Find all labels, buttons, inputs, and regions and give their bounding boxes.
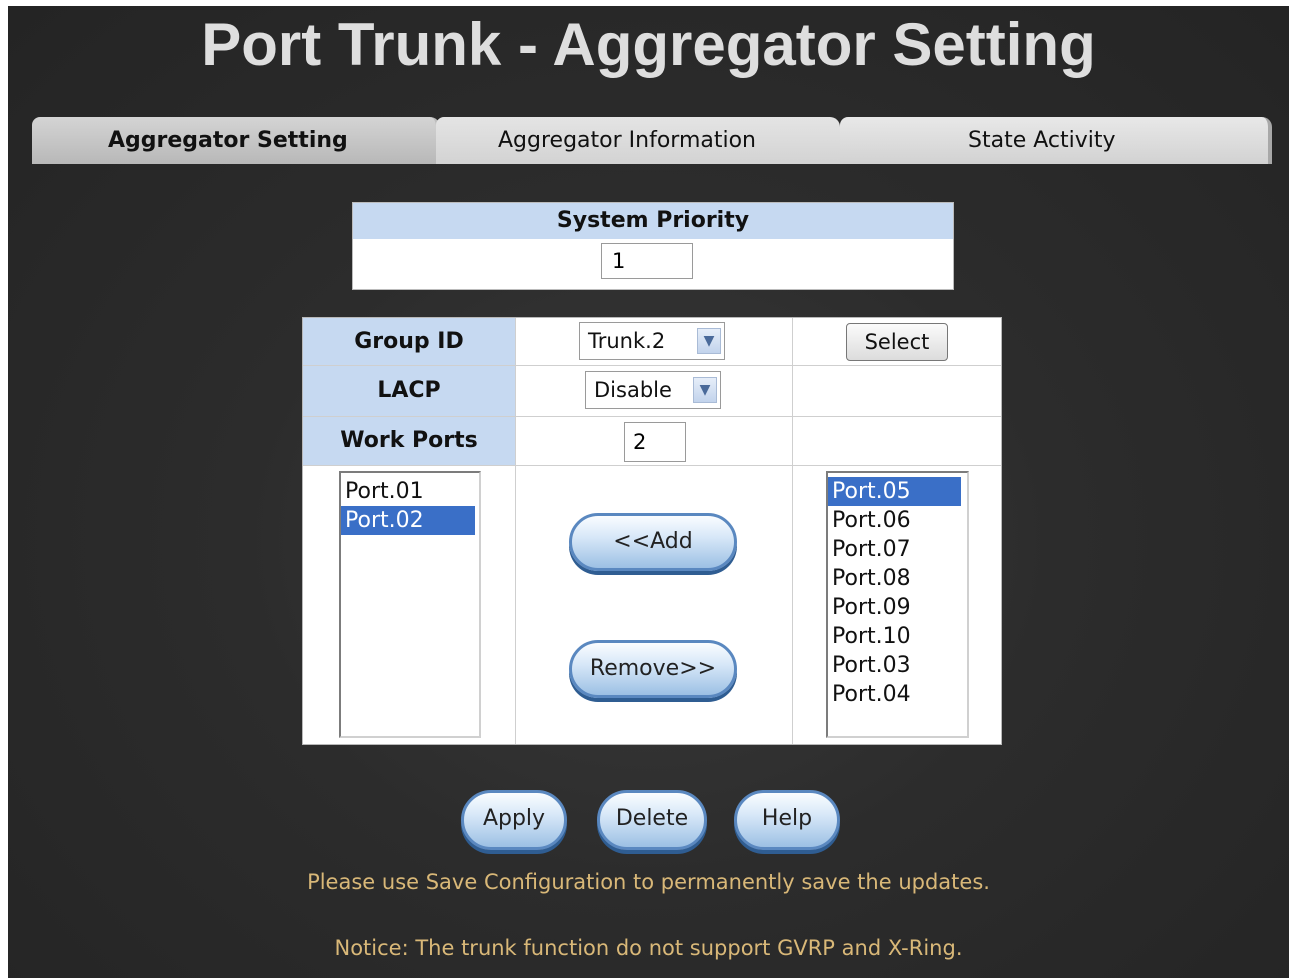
- system-priority-box: System Priority: [352, 202, 954, 290]
- remove-button[interactable]: Remove>>: [569, 640, 737, 698]
- column-divider: [515, 318, 516, 744]
- column-divider: [792, 318, 793, 744]
- tab-label: Aggregator Setting: [108, 128, 348, 153]
- member-ports-list[interactable]: Port.01 Port.02: [339, 471, 481, 738]
- tab-label: Aggregator Information: [498, 128, 756, 153]
- available-ports-list[interactable]: Port.05 Port.06 Port.07 Port.08 Port.09 …: [826, 471, 969, 738]
- page-frame: Port Trunk - Aggregator Setting Aggregat…: [0, 0, 1289, 978]
- aggregator-form-table: Group ID LACP Work Ports Trunk.2 ▼ Selec…: [302, 317, 1002, 745]
- group-id-select[interactable]: Trunk.2 ▼: [579, 322, 725, 360]
- chevron-down-icon: ▼: [693, 377, 717, 403]
- group-id-value: Trunk.2: [588, 329, 666, 353]
- list-item-port-08[interactable]: Port.08: [828, 564, 967, 593]
- help-button[interactable]: Help: [734, 790, 840, 850]
- list-item-port-09[interactable]: Port.09: [828, 593, 967, 622]
- tab-aggregator-information[interactable]: Aggregator Information: [436, 117, 840, 164]
- list-item-port-07[interactable]: Port.07: [828, 535, 967, 564]
- list-item-port-04[interactable]: Port.04: [828, 680, 967, 709]
- trunk-notice: Notice: The trunk function do not suppor…: [334, 936, 963, 960]
- tab-label: State Activity: [968, 128, 1116, 153]
- row-divider: [303, 365, 1001, 366]
- list-item-port-10[interactable]: Port.10: [828, 622, 967, 651]
- add-button[interactable]: <<Add: [569, 513, 737, 571]
- work-ports-label: Work Ports: [303, 417, 515, 465]
- select-button[interactable]: Select: [846, 323, 948, 361]
- delete-button[interactable]: Delete: [597, 790, 707, 850]
- apply-button[interactable]: Apply: [461, 790, 567, 850]
- list-item-port-02[interactable]: Port.02: [341, 506, 475, 535]
- tab-aggregator-setting[interactable]: Aggregator Setting: [32, 117, 440, 164]
- system-priority-input[interactable]: [601, 243, 693, 279]
- list-item-port-01[interactable]: Port.01: [341, 477, 479, 506]
- page-title: Port Trunk - Aggregator Setting: [201, 11, 1096, 78]
- list-item-port-06[interactable]: Port.06: [828, 506, 967, 535]
- list-item-port-05[interactable]: Port.05: [828, 477, 961, 506]
- tab-state-activity[interactable]: State Activity: [840, 117, 1272, 164]
- list-item-port-03[interactable]: Port.03: [828, 651, 967, 680]
- lacp-select[interactable]: Disable ▼: [585, 371, 721, 409]
- row-divider: [303, 416, 1001, 417]
- lacp-value: Disable: [594, 378, 672, 402]
- system-priority-label: System Priority: [353, 203, 953, 239]
- work-ports-input[interactable]: [624, 422, 686, 462]
- row-divider: [303, 465, 1001, 466]
- lacp-label: LACP: [303, 366, 515, 416]
- group-id-label: Group ID: [303, 318, 515, 365]
- save-notice: Please use Save Configuration to permane…: [307, 870, 990, 894]
- chevron-down-icon: ▼: [697, 328, 721, 354]
